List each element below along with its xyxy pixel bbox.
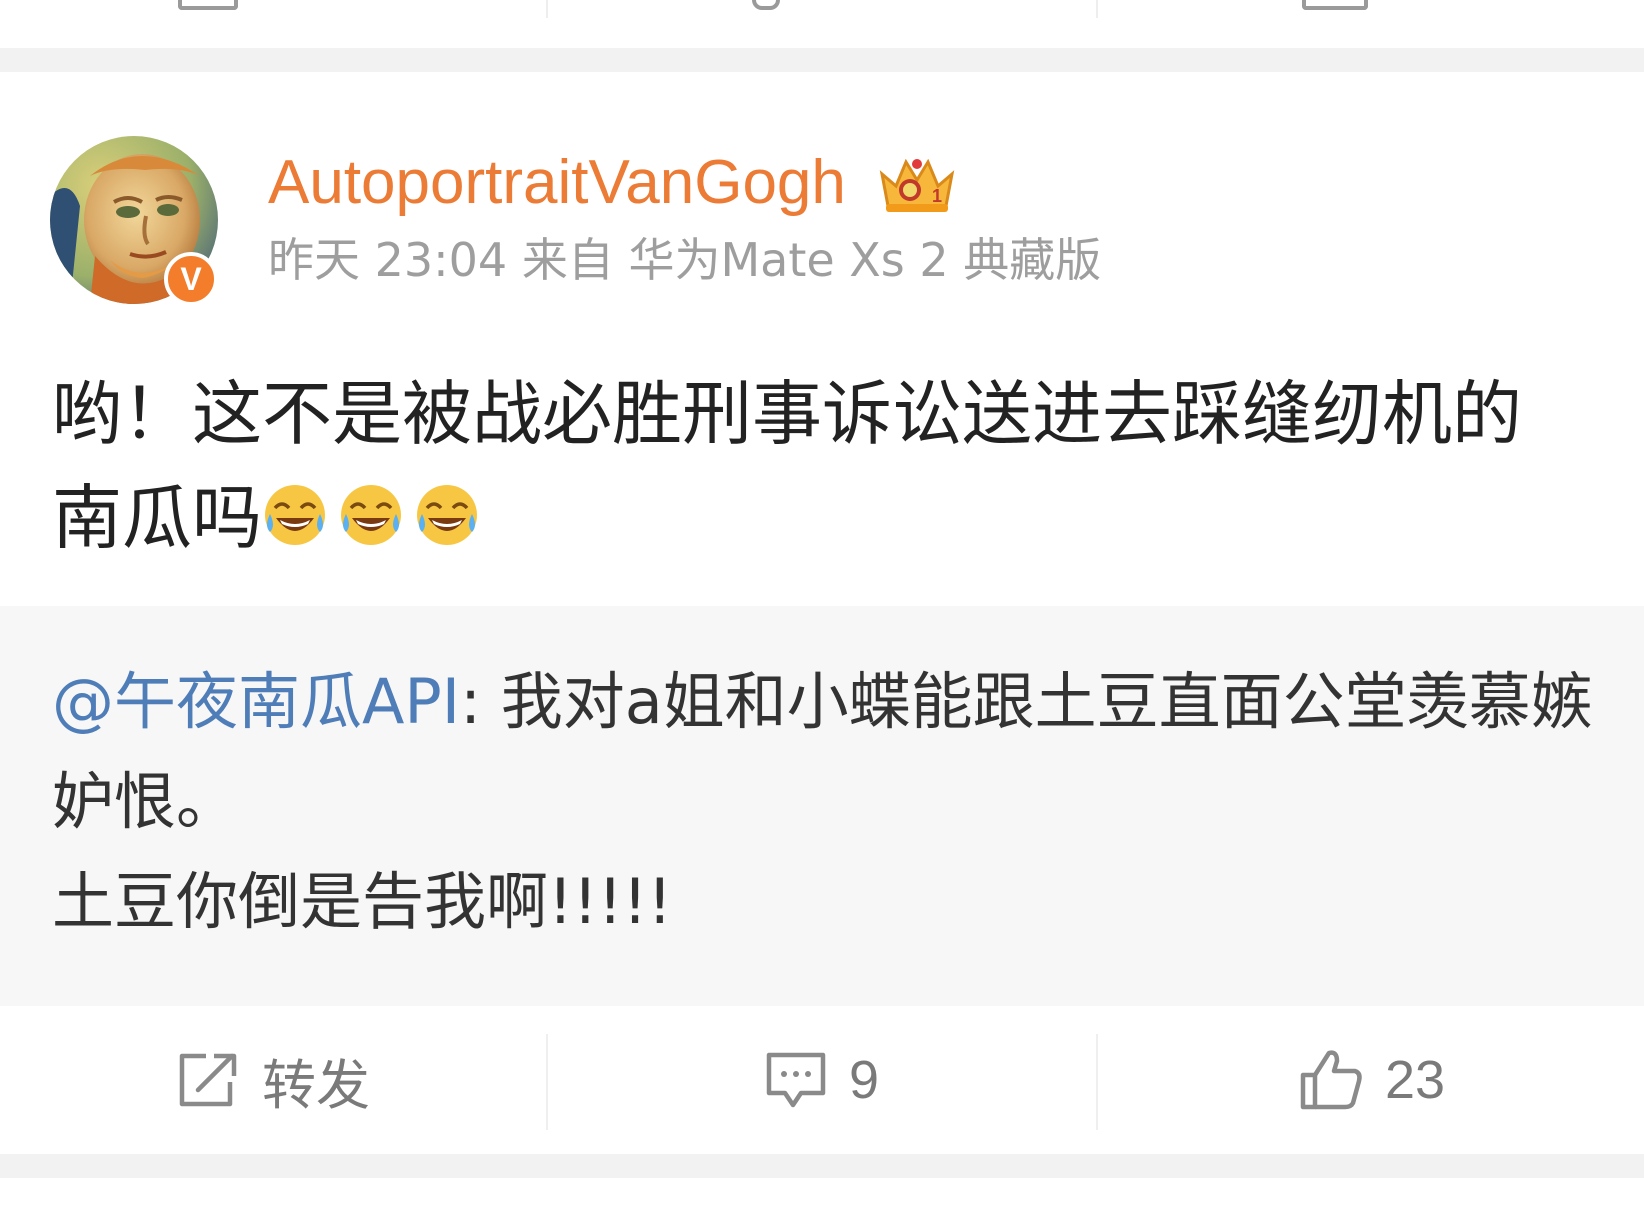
comment-icon bbox=[766, 1052, 826, 1108]
repost-button[interactable]: 转发 bbox=[0, 1006, 546, 1154]
retweet-text-line-3: 土豆你倒是告我啊!!!!! bbox=[52, 865, 673, 938]
laugh-cry-emoji-icon bbox=[341, 485, 401, 545]
laugh-cry-emoji-icon bbox=[417, 485, 477, 545]
retweet-mention[interactable]: @午夜南瓜API bbox=[52, 665, 460, 738]
previous-post-action-bar bbox=[0, 0, 1644, 48]
retweet-text-line-1: : 我对a姐和小蝶能跟土豆直面公堂羡慕嫉 bbox=[460, 665, 1593, 738]
verified-badge-icon: V bbox=[164, 252, 218, 306]
divider bbox=[1096, 0, 1098, 18]
like-icon bbox=[1300, 1050, 1362, 1110]
post-text-line: 哟！这不是被战必胜刑事诉讼送进去踩缝纫机的 bbox=[52, 373, 1522, 455]
comment-button[interactable]: 9 bbox=[548, 1006, 1094, 1154]
repost-icon bbox=[179, 1053, 237, 1107]
like-button[interactable]: 23 bbox=[1098, 1006, 1644, 1154]
post-action-bar: 转发 9 23 bbox=[0, 1006, 1644, 1154]
repost-icon[interactable] bbox=[178, 0, 238, 10]
repost-label: 转发 bbox=[262, 1055, 370, 1116]
comment-icon[interactable] bbox=[752, 0, 780, 10]
retweet-block[interactable]: @午夜南瓜API: 我对a姐和小蝶能跟土豆直面公堂羡慕嫉妒恨。土豆你倒是告我啊!… bbox=[0, 606, 1644, 1006]
retweet-text: @午夜南瓜API: 我对a姐和小蝶能跟土豆直面公堂羡慕嫉妒恨。土豆你倒是告我啊!… bbox=[52, 652, 1612, 952]
post-source-prefix: 来自 bbox=[521, 233, 614, 287]
post-text-line-2: 南瓜吗 bbox=[52, 466, 1612, 570]
post-source[interactable]: 华为Mate Xs 2 典藏版 bbox=[628, 233, 1101, 287]
card-separator bbox=[0, 1154, 1644, 1178]
post-time: 昨天 23:04 bbox=[268, 233, 508, 287]
card-separator bbox=[0, 48, 1644, 72]
comment-count: 9 bbox=[848, 1050, 880, 1110]
crown-badge-icon[interactable]: 1 bbox=[876, 152, 958, 218]
post-content: 哟！这不是被战必胜刑事诉讼送进去踩缝纫机的 南瓜吗 bbox=[52, 362, 1612, 570]
like-icon[interactable] bbox=[1302, 0, 1368, 10]
crown-level: 1 bbox=[932, 186, 942, 206]
laugh-cry-emoji-icon bbox=[265, 485, 325, 545]
divider bbox=[546, 0, 548, 18]
username[interactable]: AutoportraitVanGogh bbox=[268, 148, 846, 218]
like-count: 23 bbox=[1384, 1050, 1446, 1110]
post-text: 南瓜吗 bbox=[52, 477, 262, 559]
weibo-feed: V AutoportraitVanGogh 1 昨天 23:04 来自 华为Ma… bbox=[0, 0, 1644, 1232]
retweet-text-line-2: 妒恨。 bbox=[52, 765, 239, 838]
post-meta: 昨天 23:04 来自 华为Mate Xs 2 典藏版 bbox=[268, 232, 1101, 288]
